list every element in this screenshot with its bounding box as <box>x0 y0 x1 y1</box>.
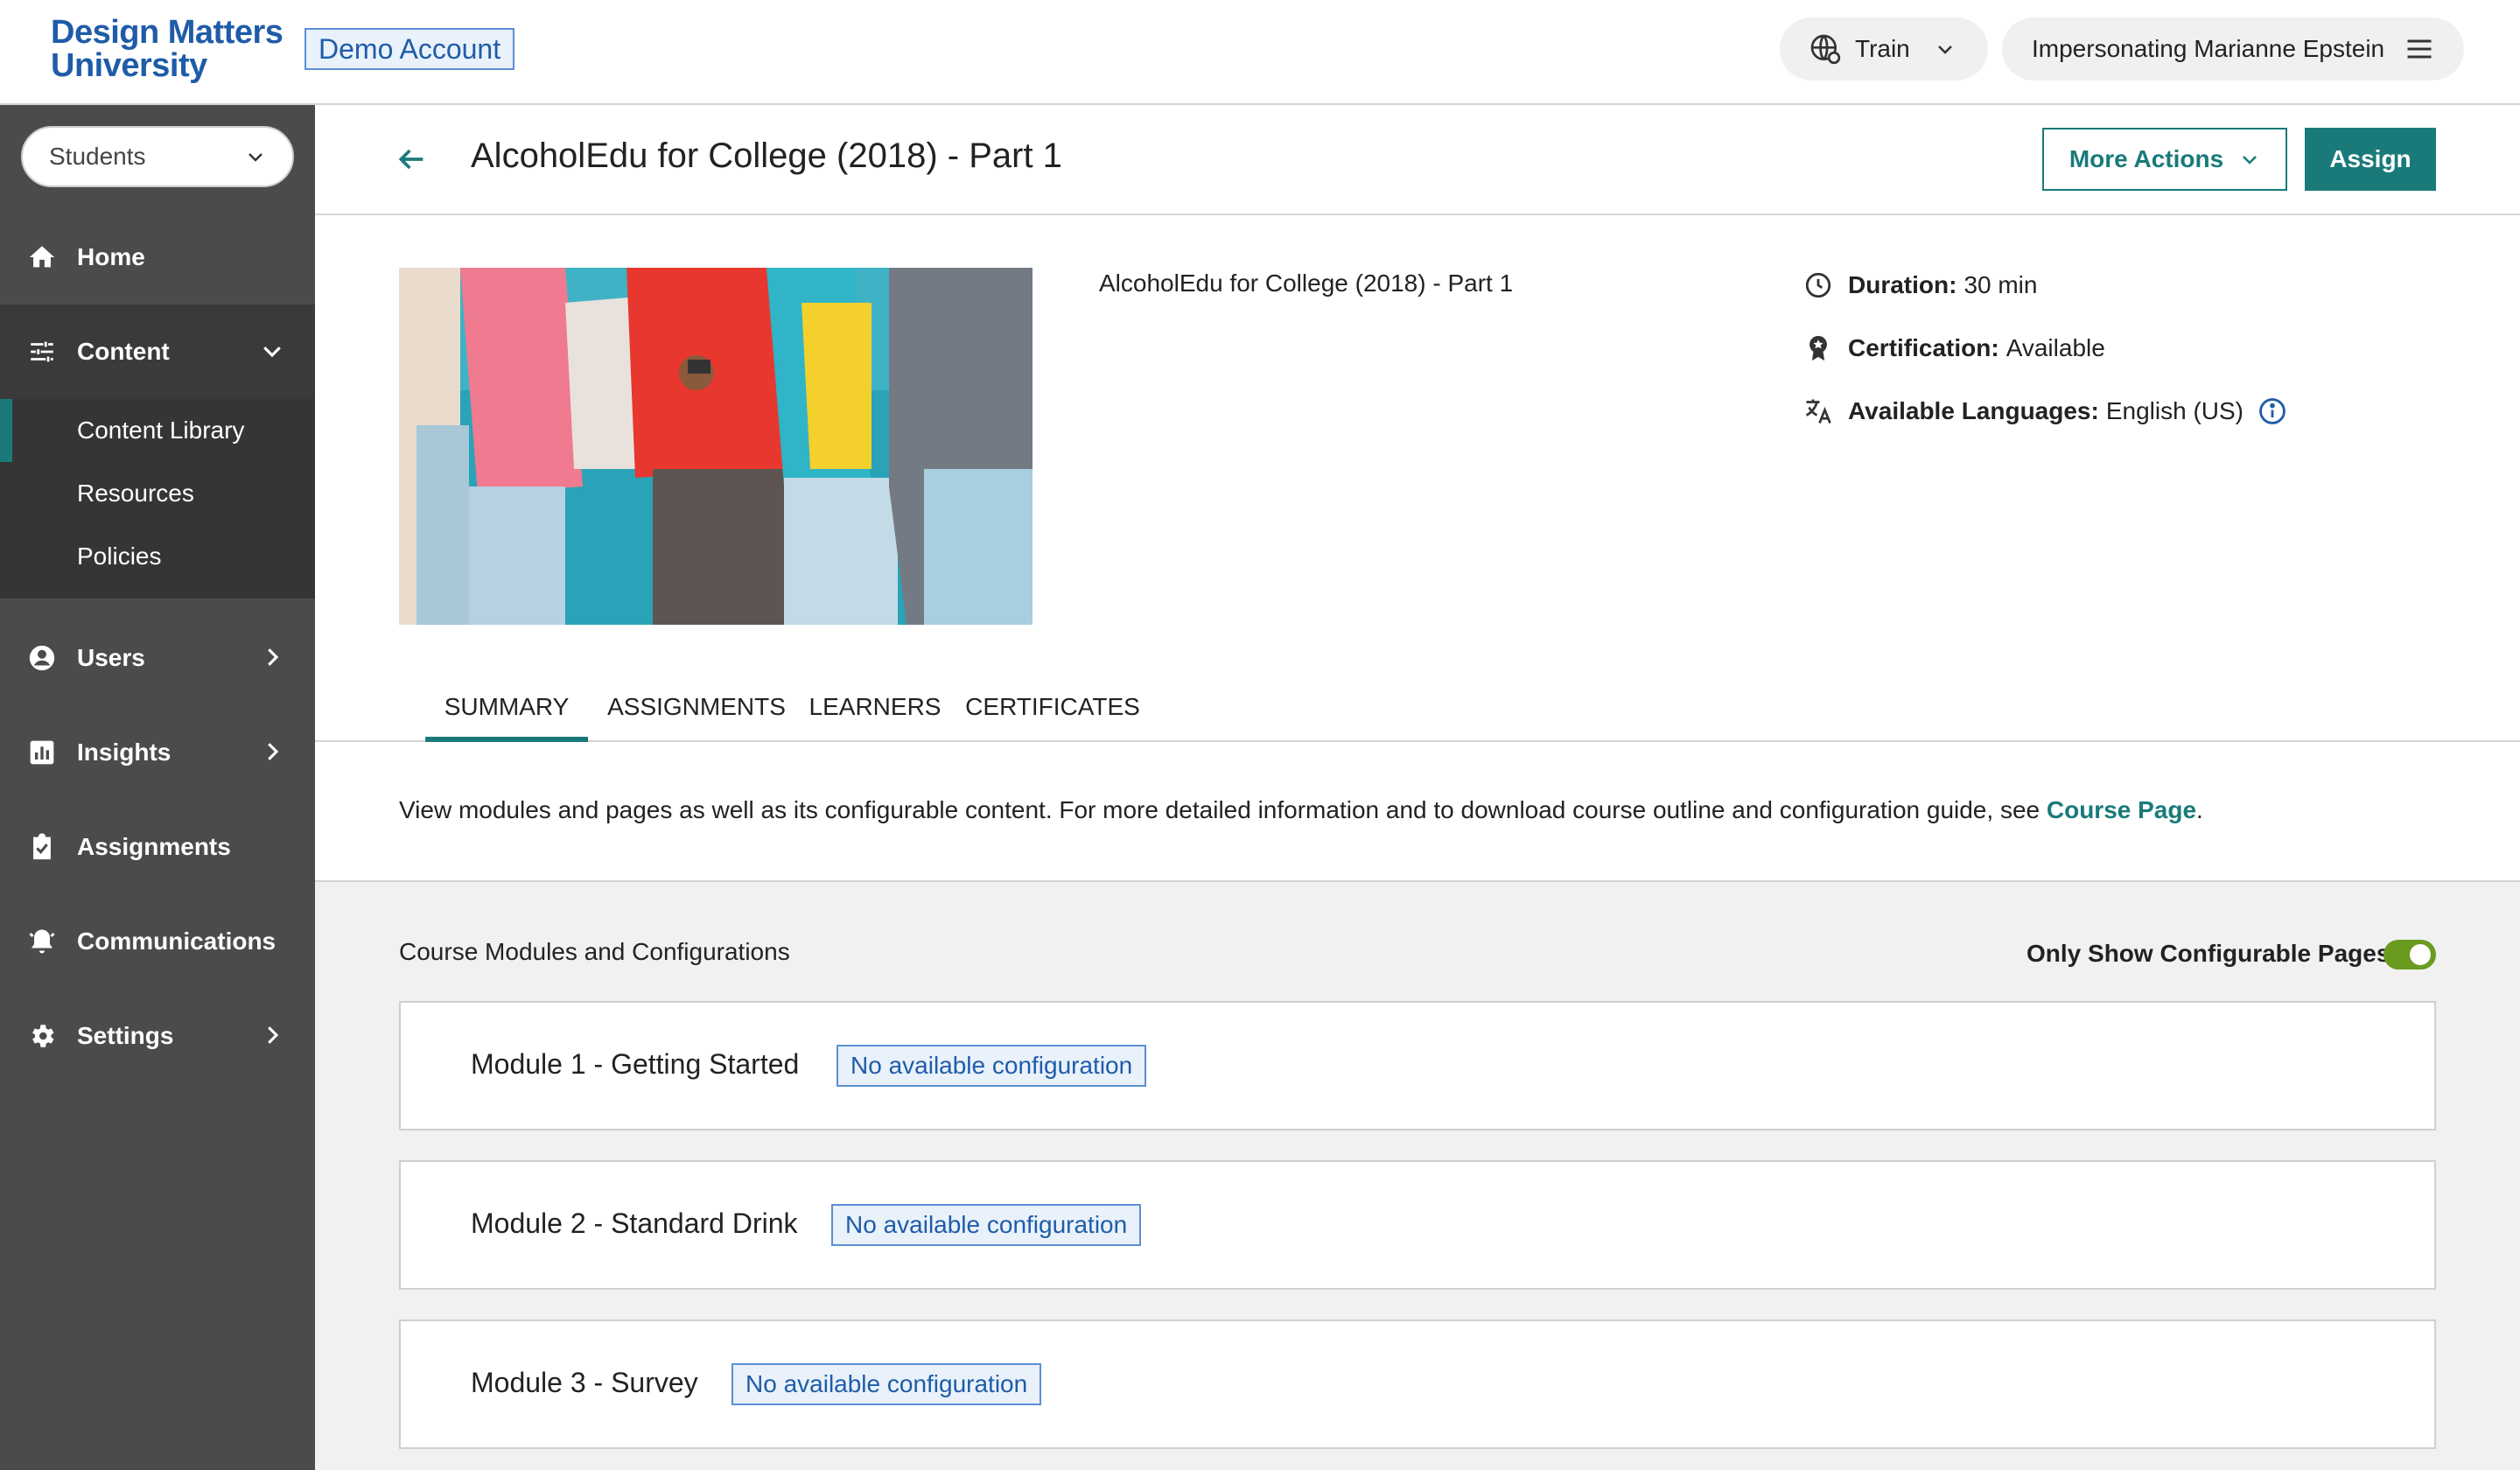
tab-summary[interactable]: SUMMARY <box>425 682 588 742</box>
course-page-link[interactable]: Course Page <box>2047 796 2196 823</box>
menu-icon <box>2407 39 2432 59</box>
certification-row: Certification: Available <box>1802 332 2105 364</box>
sidebar-item-home[interactable]: Home <box>0 210 315 304</box>
role-select-value: Students <box>49 143 146 170</box>
bell-icon <box>29 929 55 954</box>
toggle-knob <box>2410 944 2431 965</box>
sidebar-item-label: Home <box>77 243 145 270</box>
logo-line-2: University <box>51 47 207 84</box>
description-text: View modules and pages as well as its co… <box>399 796 2040 823</box>
duration-row: Duration: 30 min <box>1802 270 2037 301</box>
module-card[interactable]: Module 1 - Getting Started No available … <box>399 1001 2436 1130</box>
configurable-pages-toggle-label: Only Show Configurable Pages <box>2026 940 2390 967</box>
sidebar-item-communications[interactable]: Communications <box>0 894 315 989</box>
module-name: Module 3 - Survey <box>471 1367 698 1398</box>
bar-chart-icon <box>30 740 54 765</box>
course-thumbnail-image <box>399 268 1032 625</box>
account-circle-icon <box>29 645 55 671</box>
environment-switcher[interactable]: Train <box>1780 18 1988 80</box>
tab-learners[interactable]: LEARNERS <box>805 682 945 742</box>
sidebar-item-label: Settings <box>77 1022 174 1049</box>
demo-account-badge: Demo Account <box>304 28 515 70</box>
module-card[interactable]: Module 3 - Survey No available configura… <box>399 1320 2436 1449</box>
modules-section-title: Course Modules and Configurations <box>399 938 790 965</box>
globe-icon <box>1810 34 1841 65</box>
logo[interactable]: Design Matters University <box>51 14 284 84</box>
info-icon[interactable] <box>2258 396 2287 426</box>
more-actions-label: More Actions <box>2068 145 2224 172</box>
sidebar-item-label: Users <box>77 644 145 671</box>
tab-assignments[interactable]: ASSIGNMENTS <box>602 682 791 742</box>
sliders-icon <box>31 341 53 362</box>
module-card[interactable]: Module 2 - Standard Drink No available c… <box>399 1160 2436 1290</box>
chevron-down-icon <box>263 346 281 358</box>
assign-button[interactable]: Assign <box>2305 128 2436 191</box>
chevron-down-icon <box>2243 156 2258 164</box>
logo-line-1: Design Matters <box>51 14 284 51</box>
impersonating-label: Impersonating Marianne Epstein <box>2032 35 2385 62</box>
sidebar-item-assignments[interactable]: Assignments <box>0 800 315 894</box>
top-bar: Design Matters University Demo Account T… <box>0 0 2520 105</box>
sidebar-item-label: Assignments <box>77 833 231 860</box>
content-submenu: Content Library Resources Policies <box>0 399 315 598</box>
page-header: AlcoholEdu for College (2018) - Part 1 M… <box>315 105 2520 215</box>
sidebar-item-label: Content <box>77 338 170 365</box>
translate-icon <box>1805 399 1831 424</box>
tab-certificates[interactable]: CERTIFICATES <box>961 682 1144 742</box>
languages-value: English (US) <box>2105 397 2244 424</box>
languages-label: Available Languages: <box>1848 397 2099 424</box>
configuration-badge: No available configuration <box>732 1363 1042 1405</box>
clipboard-check-icon <box>33 833 51 860</box>
sidebar-item-insights[interactable]: Insights <box>0 705 315 800</box>
role-select[interactable]: Students <box>21 126 294 187</box>
sidebar-subitem-resources[interactable]: Resources <box>0 462 315 525</box>
environment-label: Train <box>1855 35 1910 62</box>
chevron-right-icon <box>268 743 279 760</box>
sidebar-item-settings[interactable]: Settings <box>0 989 315 1083</box>
tab-bar: SUMMARY ASSIGNMENTS LEARNERS CERTIFICATE… <box>315 682 2520 742</box>
sidebar-subitem-content-library[interactable]: Content Library <box>0 399 315 462</box>
chevron-down-icon <box>1937 46 1952 54</box>
description-trailing: . <box>2196 796 2203 823</box>
chevron-right-icon <box>268 648 279 666</box>
sidebar-item-users[interactable]: Users <box>0 611 315 705</box>
clock-icon <box>1805 272 1831 298</box>
summary-description: View modules and pages as well as its co… <box>399 796 2203 824</box>
home-icon <box>29 246 55 268</box>
gear-icon <box>32 1025 54 1047</box>
sidebar-item-content[interactable]: Content <box>0 304 315 399</box>
sidebar-item-label: Communications <box>77 928 276 955</box>
module-name: Module 1 - Getting Started <box>471 1048 800 1080</box>
languages-row: Available Languages: English (US) <box>1802 396 2287 427</box>
sidebar-subitem-policies[interactable]: Policies <box>0 525 315 588</box>
impersonation-menu[interactable]: Impersonating Marianne Epstein <box>2002 18 2464 80</box>
page-title: AlcoholEdu for College (2018) - Part 1 <box>471 136 1062 175</box>
configuration-badge: No available configuration <box>836 1045 1147 1087</box>
module-name: Module 2 - Standard Drink <box>471 1208 798 1239</box>
certification-label: Certification: <box>1848 334 1999 361</box>
sidebar-item-label: Insights <box>77 738 172 766</box>
award-icon <box>1810 335 1827 361</box>
duration-value: 30 min <box>1964 271 2038 298</box>
duration-label: Duration: <box>1848 271 1957 298</box>
more-actions-button[interactable]: More Actions <box>2042 128 2287 191</box>
chevron-right-icon <box>268 1026 279 1044</box>
certification-value: Available <box>2006 334 2105 361</box>
sidebar: Students Home Content Content Library Re… <box>0 105 315 1470</box>
back-arrow-icon[interactable] <box>394 142 429 177</box>
course-name: AlcoholEdu for College (2018) - Part 1 <box>1099 270 1514 297</box>
configuration-badge: No available configuration <box>831 1204 1142 1246</box>
configurable-pages-toggle[interactable] <box>2384 940 2436 970</box>
chevron-down-icon <box>248 153 262 162</box>
